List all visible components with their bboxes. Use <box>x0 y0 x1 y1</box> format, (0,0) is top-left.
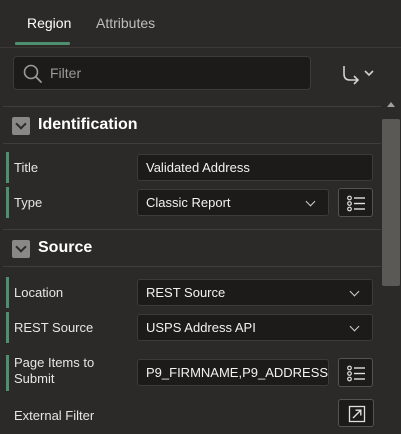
property-label: External Filter <box>14 408 95 423</box>
property-label-line2: Submit <box>14 371 55 386</box>
scrollbar-thumb[interactable] <box>382 119 400 286</box>
group-title: Identification <box>38 116 138 133</box>
chevron-down-icon <box>349 321 360 332</box>
required-marker <box>6 312 9 343</box>
external-filter-open-button[interactable] <box>338 399 374 427</box>
property-editor: Identification Title Validated Address T… <box>3 99 381 434</box>
rest-source-select[interactable]: USPS Address API <box>137 314 373 341</box>
active-tab-indicator <box>15 42 70 45</box>
title-field[interactable]: Validated Address <box>137 154 373 181</box>
page-items-list-button[interactable] <box>338 358 373 387</box>
group-title: Source <box>38 239 93 256</box>
search-icon <box>23 64 42 83</box>
go-to-group-button[interactable] <box>334 60 380 88</box>
required-marker <box>6 277 9 308</box>
property-label-line1: Page Items to <box>14 355 95 370</box>
page-items-to-submit-field[interactable]: P9_FIRMNAME,P9_ADDRESS1 <box>137 359 329 386</box>
chevron-down-icon <box>349 286 360 297</box>
collapse-toggle-icon <box>12 240 30 258</box>
required-marker <box>6 355 9 391</box>
group-header-identification[interactable]: Identification <box>3 106 381 144</box>
type-list-button[interactable] <box>338 188 373 217</box>
scroll-up-arrow-icon[interactable] <box>387 102 395 107</box>
property-label: Location <box>14 285 64 300</box>
location-select-value: REST Source <box>146 285 226 300</box>
type-select[interactable]: Classic Report <box>137 189 329 216</box>
list-icon <box>347 195 365 212</box>
property-row-external-filter: External Filter <box>3 398 381 433</box>
property-row-rest-source: REST Source USPS Address API <box>3 310 381 345</box>
group-header-source[interactable]: Source <box>3 229 381 267</box>
filter-box <box>13 56 311 90</box>
tab-bar: Region Attributes <box>0 0 401 48</box>
property-label: REST Source <box>14 320 94 335</box>
property-label: Type <box>14 195 43 210</box>
tab-attributes[interactable]: Attributes <box>96 15 155 31</box>
arrow-turn-down-icon <box>343 66 374 85</box>
property-row-page-items-to-submit: Page Items to Submit P9_FIRMNAME,P9_ADDR… <box>3 353 381 393</box>
property-label: Page Items to Submit <box>14 355 94 387</box>
location-select[interactable]: REST Source <box>137 279 373 306</box>
tab-region[interactable]: Region <box>27 15 71 31</box>
required-marker <box>6 187 9 218</box>
collapse-toggle-icon <box>12 117 30 135</box>
property-label: Title <box>14 160 39 175</box>
type-select-value: Classic Report <box>146 195 231 210</box>
open-in-dialog-icon <box>348 405 366 423</box>
property-row-location: Location REST Source <box>3 275 381 310</box>
rest-source-select-value: USPS Address API <box>146 320 256 335</box>
property-row-title: Title Validated Address <box>3 150 381 185</box>
required-marker <box>6 152 9 183</box>
property-row-type: Type Classic Report <box>3 185 381 220</box>
list-icon <box>347 365 365 382</box>
filter-input[interactable] <box>50 57 300 89</box>
chevron-down-icon <box>305 196 316 207</box>
